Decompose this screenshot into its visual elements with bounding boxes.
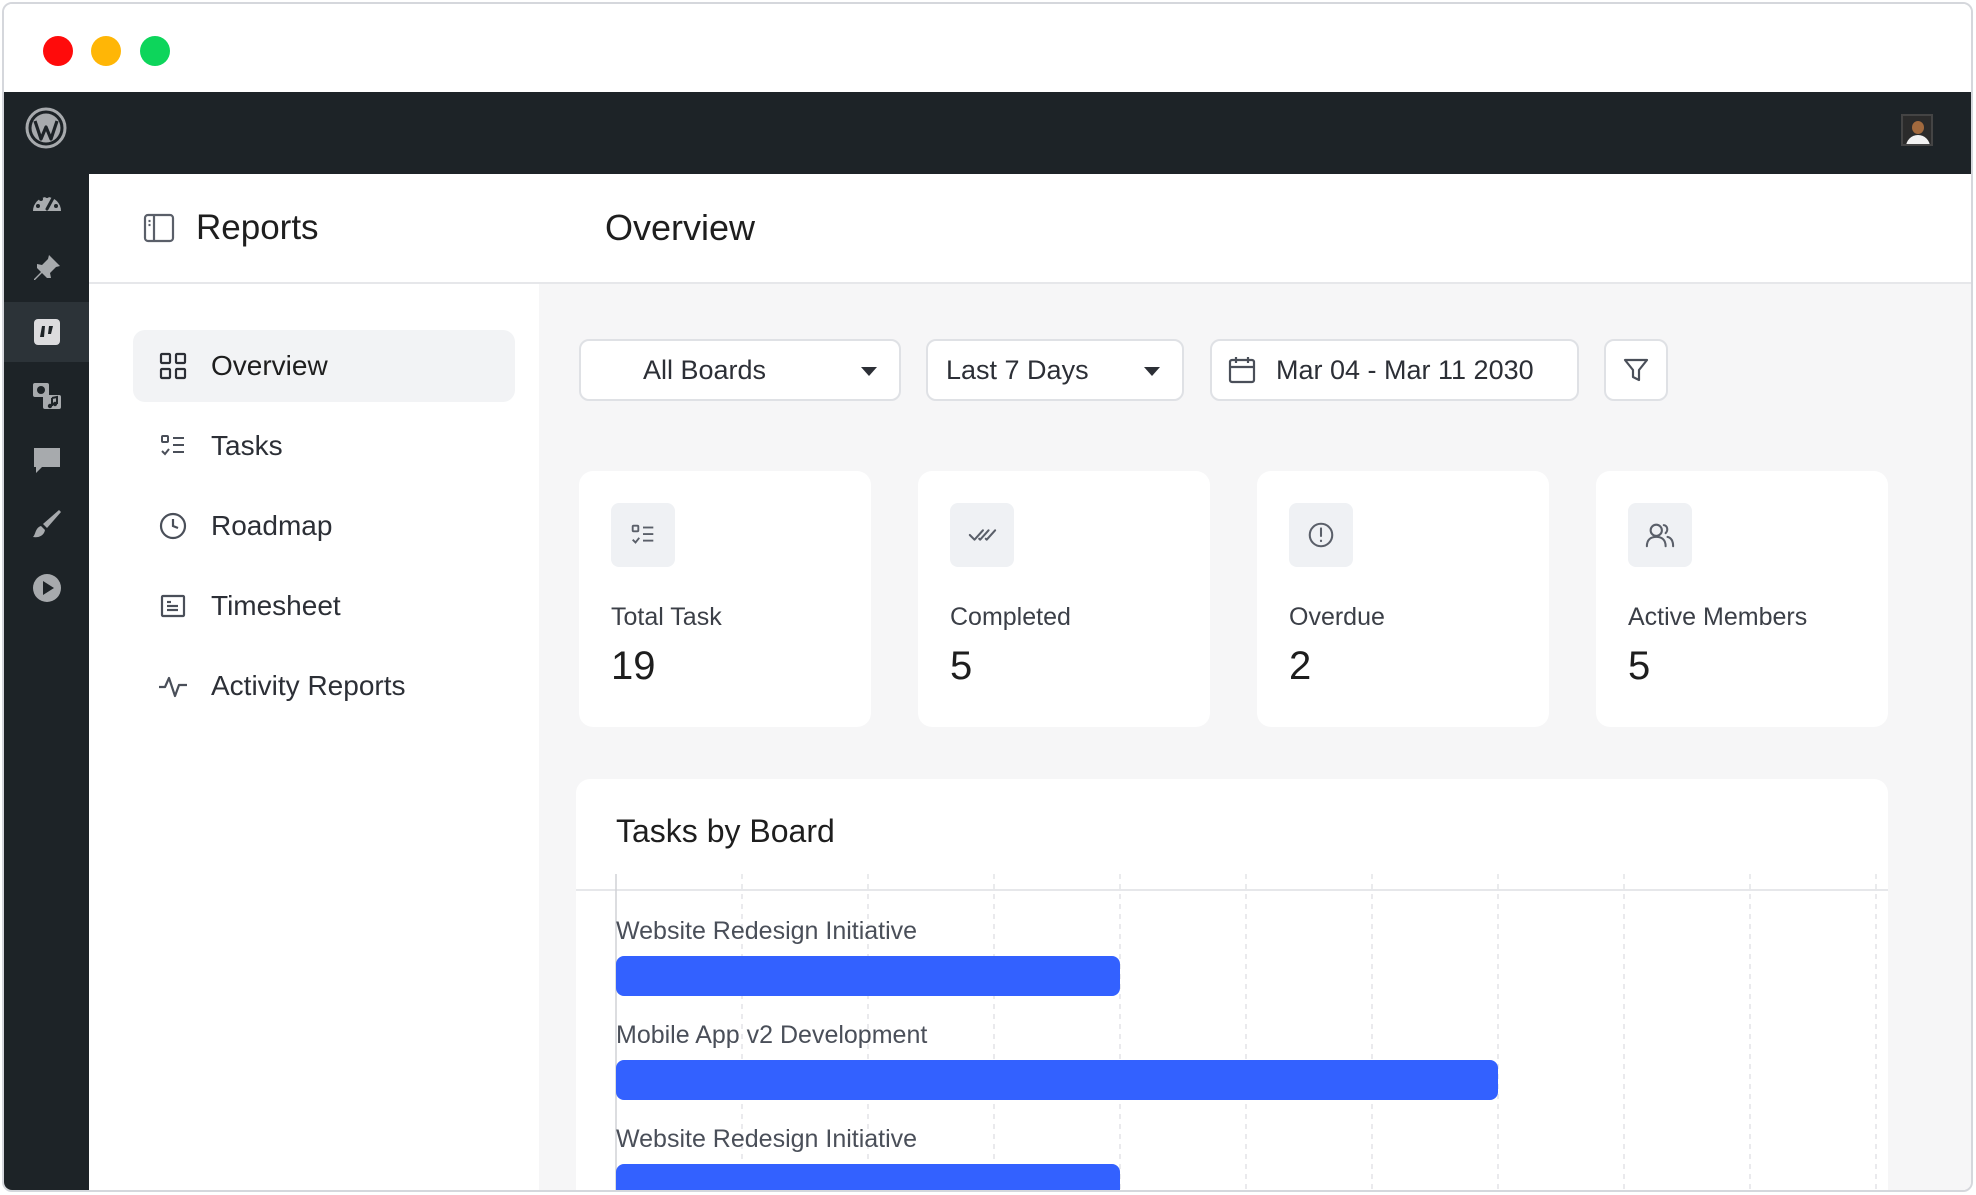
sidebar-item-label: Tasks (211, 430, 283, 461)
date-range-value: Mar 04 - Mar 11 2030 (1276, 354, 1534, 385)
grid-icon (159, 352, 187, 380)
filter-icon (1623, 358, 1649, 382)
sidebar-item-label: Roadmap (211, 510, 333, 541)
range-select-value: Last 7 Days (946, 354, 1089, 385)
sidebar-item-activity-reports[interactable]: Activity Reports (133, 650, 515, 722)
stat-label: Total Task (611, 603, 722, 631)
checklist-icon (161, 435, 184, 456)
board-select-value: All Boards (643, 354, 767, 385)
sidebar-header: Reports (89, 174, 539, 284)
stat-value: 5 (1628, 644, 1651, 688)
chart-bar[interactable] (616, 956, 1120, 996)
stat-card-overdue: Overdue 2 (1257, 471, 1549, 727)
page-title: Overview (605, 207, 756, 248)
range-select[interactable]: Last 7 Days (926, 339, 1184, 401)
minimize-window-button[interactable] (91, 36, 121, 66)
timesheet-icon (160, 594, 186, 618)
chart-bar[interactable] (616, 1060, 1498, 1100)
wordpress-logo-icon[interactable] (24, 106, 68, 150)
app-window: Reports Overview Tasks Roadmap Timesheet… (2, 2, 1973, 1192)
stat-label: Completed (950, 603, 1071, 631)
sidebar-item-roadmap[interactable]: Roadmap (133, 490, 515, 562)
close-window-button[interactable] (43, 36, 73, 66)
comments-icon[interactable] (4, 430, 89, 490)
stat-label: Overdue (1289, 603, 1385, 631)
sidebar-title: Reports (196, 208, 319, 247)
date-range-picker[interactable]: Mar 04 - Mar 11 2030 (1210, 339, 1579, 401)
appearance-brush-icon[interactable] (4, 494, 89, 554)
calendar-icon (1228, 357, 1256, 384)
sidebar-item-overview[interactable]: Overview (133, 330, 515, 402)
board-select[interactable]: All Boards (579, 339, 901, 401)
reports-nav: Overview Tasks Roadmap Timesheet Activit… (133, 330, 515, 730)
stat-value: 2 (1289, 644, 1312, 688)
sidebar-panel-icon[interactable] (142, 211, 176, 245)
maximize-window-button[interactable] (140, 36, 170, 66)
admin-bar (4, 92, 1971, 174)
clock-icon (159, 512, 187, 540)
dashboard-icon[interactable] (4, 174, 89, 234)
main-header: Overview (539, 174, 1971, 284)
chevron-down-icon (1144, 367, 1160, 376)
alert-circle-icon (1289, 503, 1353, 567)
activity-icon (159, 676, 187, 698)
sidebar-item-label: Activity Reports (211, 670, 406, 701)
checklist-icon (611, 503, 675, 567)
pin-icon[interactable] (4, 238, 89, 298)
sidebar-item-label: Overview (211, 350, 328, 381)
stat-card-total-task: Total Task 19 (579, 471, 871, 727)
chart-bar[interactable] (616, 1164, 1120, 1192)
sidebar-item-label: Timesheet (211, 590, 341, 621)
chevron-down-icon (861, 367, 877, 376)
sidebar-item-timesheet[interactable]: Timesheet (133, 570, 515, 642)
media-icon[interactable] (4, 366, 89, 426)
bar-category-label: Website Redesign Initiative (616, 1125, 917, 1153)
sidebar-item-tasks[interactable]: Tasks (133, 410, 515, 482)
stat-card-active-members: Active Members 5 (1596, 471, 1888, 727)
stat-label: Active Members (1628, 603, 1808, 631)
double-check-icon (950, 503, 1014, 567)
play-icon[interactable] (4, 558, 89, 618)
chart-title: Tasks by Board (616, 813, 835, 849)
filter-button[interactable] (1604, 339, 1668, 401)
reports-sidebar: Reports Overview Tasks Roadmap Timesheet… (89, 174, 541, 1190)
stat-value: 19 (611, 644, 656, 688)
avatar[interactable] (1901, 114, 1933, 146)
window-titlebar (4, 4, 1971, 95)
board-plugin-icon[interactable] (4, 302, 89, 362)
users-icon (1628, 503, 1692, 567)
main-content: Overview All Boards Last 7 Days Mar 04 -… (539, 174, 1971, 1190)
wp-admin-menu (4, 174, 98, 1190)
tasks-by-board-chart: Website Redesign Initiative Mobile App v2… (576, 779, 1888, 1192)
bar-category-label: Mobile App v2 Development (616, 1021, 927, 1049)
stat-value: 5 (950, 644, 973, 688)
bar-category-label: Website Redesign Initiative (616, 917, 917, 945)
stat-card-completed: Completed 5 (918, 471, 1210, 727)
